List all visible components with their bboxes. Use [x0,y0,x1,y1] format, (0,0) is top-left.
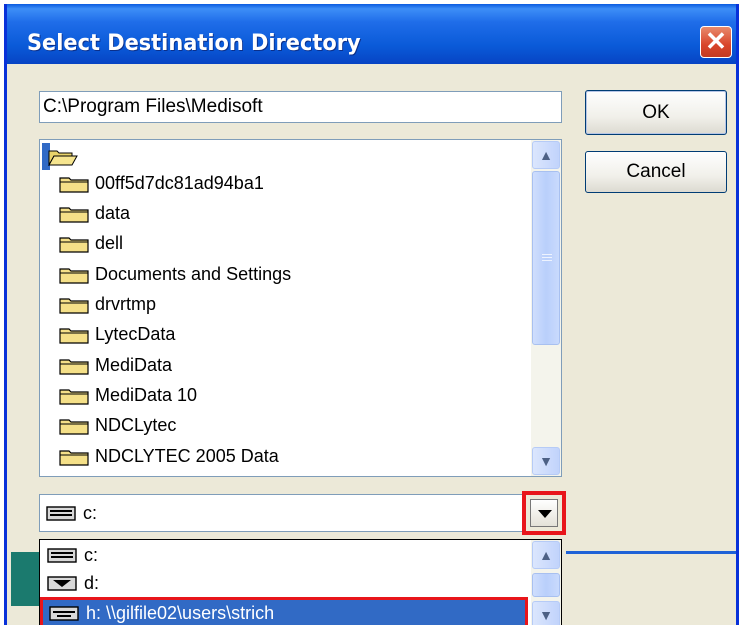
background-window-edge [566,551,736,554]
close-icon: ✕ [705,26,727,56]
drive-option-selected[interactable]: h: \\gilfile02\users\strich [43,600,525,625]
drive-option[interactable]: c: [41,542,526,569]
directory-label: drvrtmp [95,294,157,314]
hard-drive-icon [47,548,77,563]
drive-dropdown-button[interactable] [522,491,566,535]
directory-label: NDCLYTEC 2005 Data [95,446,279,466]
drive-option-label: c: [84,545,99,565]
open-folder-icon [48,150,78,166]
dropdown-arrow-icon [538,510,552,518]
directory-label: MediData [95,355,173,375]
folder-icon [59,298,89,314]
cd-drive-icon [47,576,77,591]
directory-label: LytecData [95,324,176,344]
folder-icon [59,237,89,253]
directory-label: c:\ [95,146,115,166]
background-window-edge [11,552,41,606]
directory-label: MediData 10 [95,385,198,405]
scroll-thumb[interactable] [532,573,560,597]
directory-label: Documents and Settings [95,264,292,284]
hard-drive-icon [46,506,76,521]
folder-icon [59,207,89,223]
path-input[interactable]: C:\Program Files\Medisoft [39,91,562,123]
drive-dropdown-list[interactable]: c: d: h: \\gilfile02\users\strich ▲ ▼ [39,539,562,625]
folder-icon [59,328,89,344]
folder-icon [59,419,89,435]
close-button[interactable]: ✕ [700,26,732,58]
directory-list[interactable]: c:\ 00ff5d7dc81ad94ba1 data dell Documen… [39,139,562,477]
directory-item-c-root[interactable]: c:\ [42,143,114,170]
dropdown-scrollbar[interactable]: ▲ ▼ [531,540,561,625]
scroll-down-button[interactable]: ▼ [532,447,560,475]
network-drive-icon [49,606,79,621]
directory-label: NDCLytec [95,415,177,435]
drive-option-label: h: \\gilfile02\users\strich [86,603,275,623]
scroll-thumb[interactable] [532,171,560,345]
chevron-up-icon: ▲ [539,547,553,563]
folder-icon [59,177,89,193]
directory-label: data [95,203,131,223]
chevron-down-icon: ▼ [539,453,553,469]
folder-icon [59,450,89,466]
drive-select-value: c: [83,503,98,523]
directory-label: dell [95,233,124,253]
drive-option[interactable]: d: [41,570,526,597]
drive-select[interactable]: c: [39,494,562,532]
ok-button[interactable]: OK [585,90,727,135]
chevron-up-icon: ▲ [539,147,553,163]
drive-option-label: d: [84,573,100,593]
folder-icon [59,268,89,284]
scroll-up-button[interactable]: ▲ [532,541,560,569]
dialog-window: Select Destination Directory ✕ C:\Progra… [4,4,739,625]
dialog-title: Select Destination Directory [27,31,361,56]
scroll-up-button[interactable]: ▲ [532,141,560,169]
folder-icon [59,359,89,375]
chevron-down-icon: ▼ [539,607,553,623]
scroll-down-button[interactable]: ▼ [532,601,560,625]
title-bar[interactable]: Select Destination Directory ✕ [7,4,736,64]
directory-scrollbar[interactable]: ▲ ▼ [531,140,561,476]
cancel-button[interactable]: Cancel [585,151,727,193]
folder-icon [59,389,89,405]
directory-label: 00ff5d7dc81ad94ba1 [95,173,264,193]
